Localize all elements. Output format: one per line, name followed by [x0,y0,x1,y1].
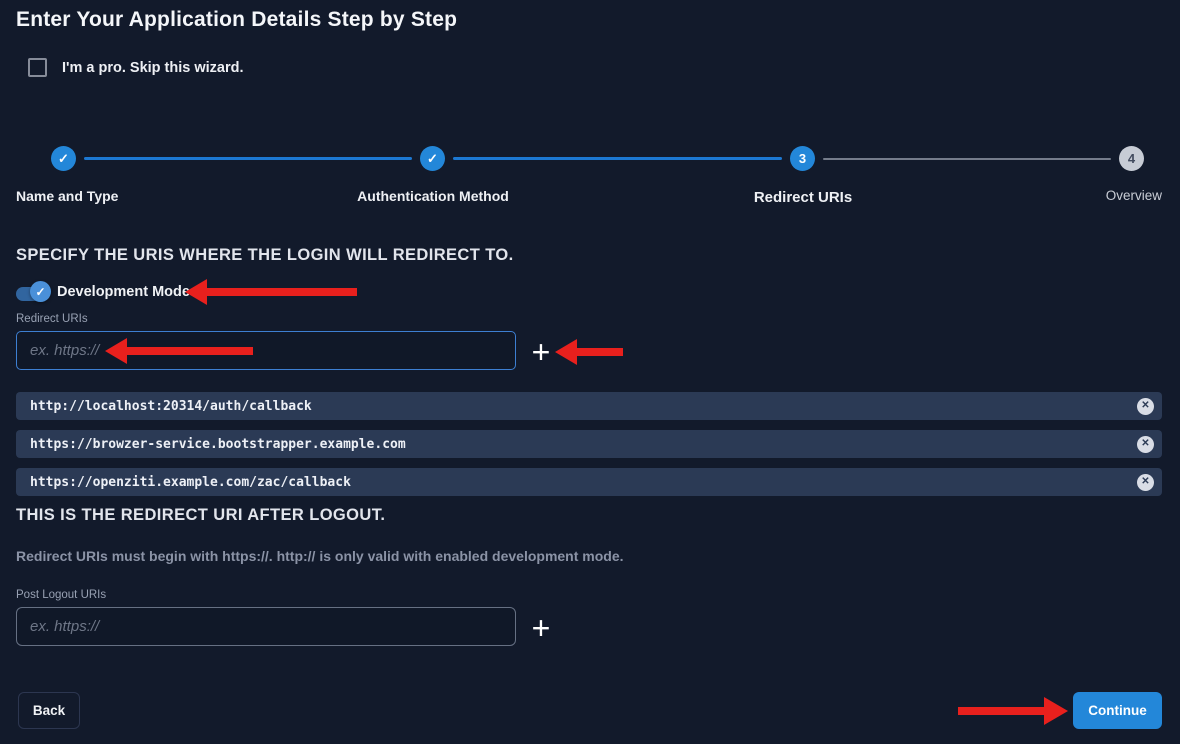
development-mode-label: Development Mode [57,284,190,300]
add-post-logout-uri-button[interactable]: + [529,611,553,645]
redirect-uri-chip: http://localhost:20314/auth/callback ✕ [16,392,1162,420]
skip-wizard-checkbox[interactable] [28,58,47,77]
stepper-connector-2 [453,157,782,160]
close-icon: ✕ [1141,401,1149,411]
add-redirect-uri-button[interactable]: + [529,335,553,369]
skip-wizard-row: I'm a pro. Skip this wizard. [28,58,244,77]
step-1-name-and-type[interactable]: ✓ [51,146,76,171]
check-icon: ✓ [58,151,69,167]
uri-requirement-note: Redirect URIs must begin with https://. … [16,548,624,564]
redirect-uri-input[interactable] [16,331,516,370]
remove-uri-button[interactable]: ✕ [1137,436,1154,453]
remove-uri-button[interactable]: ✕ [1137,474,1154,491]
logout-section-heading: THIS IS THE REDIRECT URI AFTER LOGOUT. [16,506,385,525]
uri-text: https://browzer-service.bootstrapper.exa… [16,437,406,452]
development-mode-toggle-thumb[interactable]: ✓ [30,281,51,302]
redirect-uri-chip: https://openziti.example.com/zac/callbac… [16,468,1162,496]
check-icon: ✓ [35,285,45,299]
skip-wizard-label: I'm a pro. Skip this wizard. [62,60,244,76]
stepper-connector-1 [84,157,412,160]
check-icon: ✓ [427,151,438,167]
wizard-stepper: ✓ ✓ 3 4 Name and Type Authentication Met… [0,146,1180,208]
redirect-section-heading: SPECIFY THE URIS WHERE THE LOGIN WILL RE… [16,246,514,265]
step-label-authentication-method: Authentication Method [357,188,509,204]
step-number: 3 [799,151,806,166]
step-label-overview: Overview [1106,188,1162,203]
post-logout-uris-field-label: Post Logout URIs [16,589,106,601]
step-3-redirect-uris[interactable]: 3 [790,146,815,171]
uri-text: https://openziti.example.com/zac/callbac… [16,475,351,490]
uri-text: http://localhost:20314/auth/callback [16,399,312,414]
page-title: Enter Your Application Details Step by S… [16,8,457,32]
redirect-uri-chip: https://browzer-service.bootstrapper.exa… [16,430,1162,458]
step-number: 4 [1128,151,1135,166]
step-label-redirect-uris: Redirect URIs [754,189,852,206]
application-wizard-page: Enter Your Application Details Step by S… [0,0,1180,744]
step-4-overview[interactable]: 4 [1119,146,1144,171]
step-2-authentication-method[interactable]: ✓ [420,146,445,171]
back-button[interactable]: Back [18,692,80,729]
post-logout-uri-input[interactable] [16,607,516,646]
step-label-name-and-type: Name and Type [16,188,118,204]
close-icon: ✕ [1141,439,1149,449]
redirect-uris-field-label: Redirect URIs [16,313,88,325]
close-icon: ✕ [1141,477,1149,487]
stepper-connector-3 [823,158,1111,160]
continue-button[interactable]: Continue [1073,692,1162,729]
remove-uri-button[interactable]: ✕ [1137,398,1154,415]
